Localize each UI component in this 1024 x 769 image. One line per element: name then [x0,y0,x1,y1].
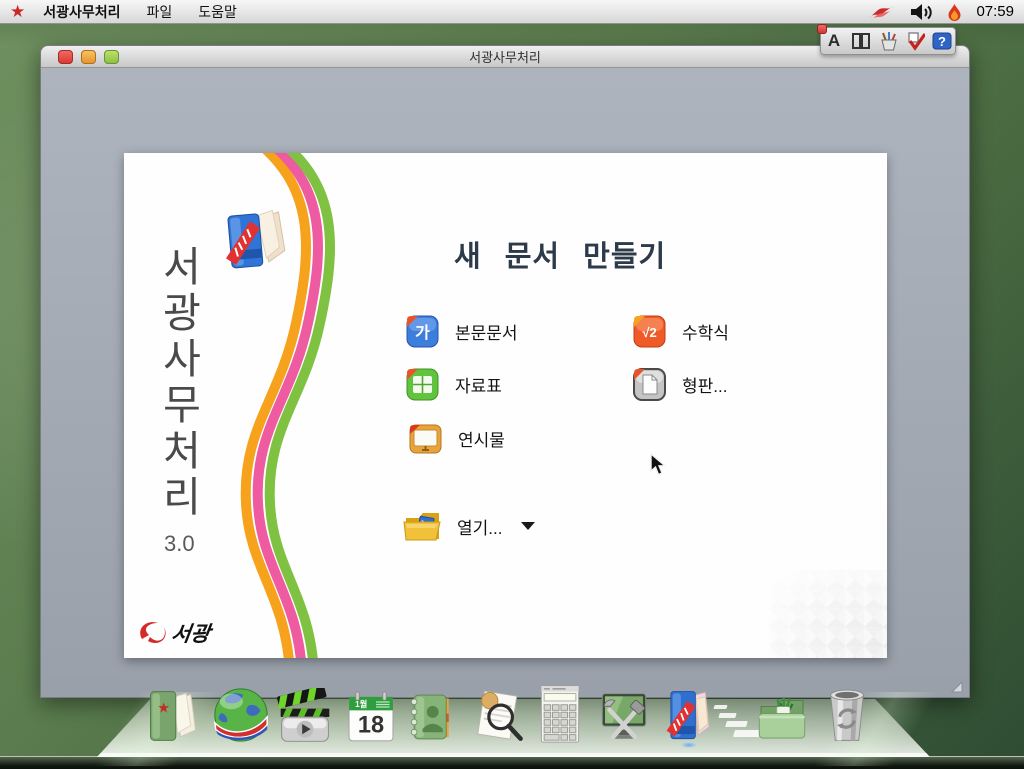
window-close-button[interactable] [58,50,73,64]
dock-calendar-icon[interactable]: 1월 18 [344,690,398,746]
table-icon [405,367,440,402]
dock-documents-icon[interactable]: ★ [143,686,203,746]
menu-bar: ★ 서광사무처리 파일 도움말 07:59 [0,0,1024,24]
columns-tool-icon[interactable] [851,31,871,51]
paint-tools-icon[interactable] [878,31,898,51]
brand-char: 처 [157,428,207,474]
item-label: 자료표 [455,372,502,397]
sogwang-app-icon [221,203,291,281]
logo-text: 서광 [170,623,215,646]
tool-palette: A ? [820,27,956,55]
app-window: 서광사무처리 [40,45,970,698]
dock: ★ [0,684,1024,769]
dock-document-viewer-icon[interactable] [468,686,526,746]
open-label: 열기... [457,514,502,539]
dock-media-player-icon[interactable] [275,688,335,746]
palette-close-button[interactable] [817,24,827,34]
desktop: ★ 서광사무처리 파일 도움말 07:59 A [0,0,1024,769]
item-label: 본문문서 [455,319,518,344]
help-tool-icon[interactable]: ? [932,31,952,51]
brand-char: 광 [157,290,207,336]
icon-glyph: 가 [415,324,430,342]
new-presentation-item[interactable]: 연시물 [408,421,505,456]
sogwang-logo: 서광 [132,615,262,651]
dock-browser-icon[interactable] [210,684,272,746]
svg-text:★: ★ [157,699,170,715]
mouse-cursor [648,453,670,477]
open-folder-icon [402,508,444,544]
flame-icon[interactable] [947,3,962,21]
new-table-item[interactable]: 자료표 [405,367,502,402]
calendar-day: 18 [358,712,384,738]
red-star-icon[interactable]: ★ [10,3,25,20]
help-glyph: ? [938,34,946,49]
dock-dash [725,721,748,727]
dock-system-tools-icon[interactable] [595,690,653,746]
menu-app-name[interactable]: 서광사무처리 [43,2,120,22]
version-label: 3.0 [164,531,195,557]
volume-icon[interactable] [909,3,933,21]
new-math-item[interactable]: √2 수학식 [632,314,729,349]
brand-char: 리 [157,474,207,520]
dock-contacts-icon[interactable] [404,688,458,746]
window-maximize-button[interactable] [104,50,119,64]
brand-vertical-title: 서 광 사 무 처 리 [157,244,207,520]
corner-texture [769,570,887,658]
dock-dash [718,713,736,718]
new-text-document-item[interactable]: 가 본문문서 [405,314,518,349]
presentation-icon [408,421,443,456]
item-label: 수학식 [682,319,729,344]
window-body: 서 광 사 무 처 리 3.0 서광 새 문서 만들기 [41,68,969,697]
font-tool-icon[interactable]: A [824,31,844,51]
calendar-month: 1월 [355,699,368,709]
text-document-icon: 가 [405,314,440,349]
template-icon [632,367,667,402]
dock-trash-icon[interactable] [818,684,876,746]
spellcheck-tool-icon[interactable] [905,31,925,51]
clock: 07:59 [976,3,1014,20]
running-indicator [681,742,697,748]
icon-glyph: √2 [642,325,656,340]
math-icon: √2 [632,314,667,349]
red-flag-icon[interactable] [867,3,895,21]
item-label: 연시물 [458,426,505,451]
dialog-heading: 새 문서 만들기 [454,233,666,275]
dropdown-arrow-icon[interactable] [521,522,535,530]
brand-char: 무 [157,382,207,428]
dock-calculator-icon[interactable] [532,684,588,746]
brand-char: 서 [157,244,207,290]
item-label: 형판... [682,372,727,397]
new-template-item[interactable]: 형판... [632,367,727,402]
dock-sogwang-office-icon[interactable] [660,686,718,746]
new-document-dialog: 서 광 사 무 처 리 3.0 서광 새 문서 만들기 [124,153,887,658]
window-minimize-button[interactable] [81,50,96,64]
dock-stationery-icon[interactable] [754,690,810,744]
menu-file[interactable]: 파일 [147,2,173,22]
open-document-item[interactable]: 열기... [402,508,535,544]
menu-help[interactable]: 도움말 [198,2,237,22]
brand-char: 사 [157,336,207,382]
